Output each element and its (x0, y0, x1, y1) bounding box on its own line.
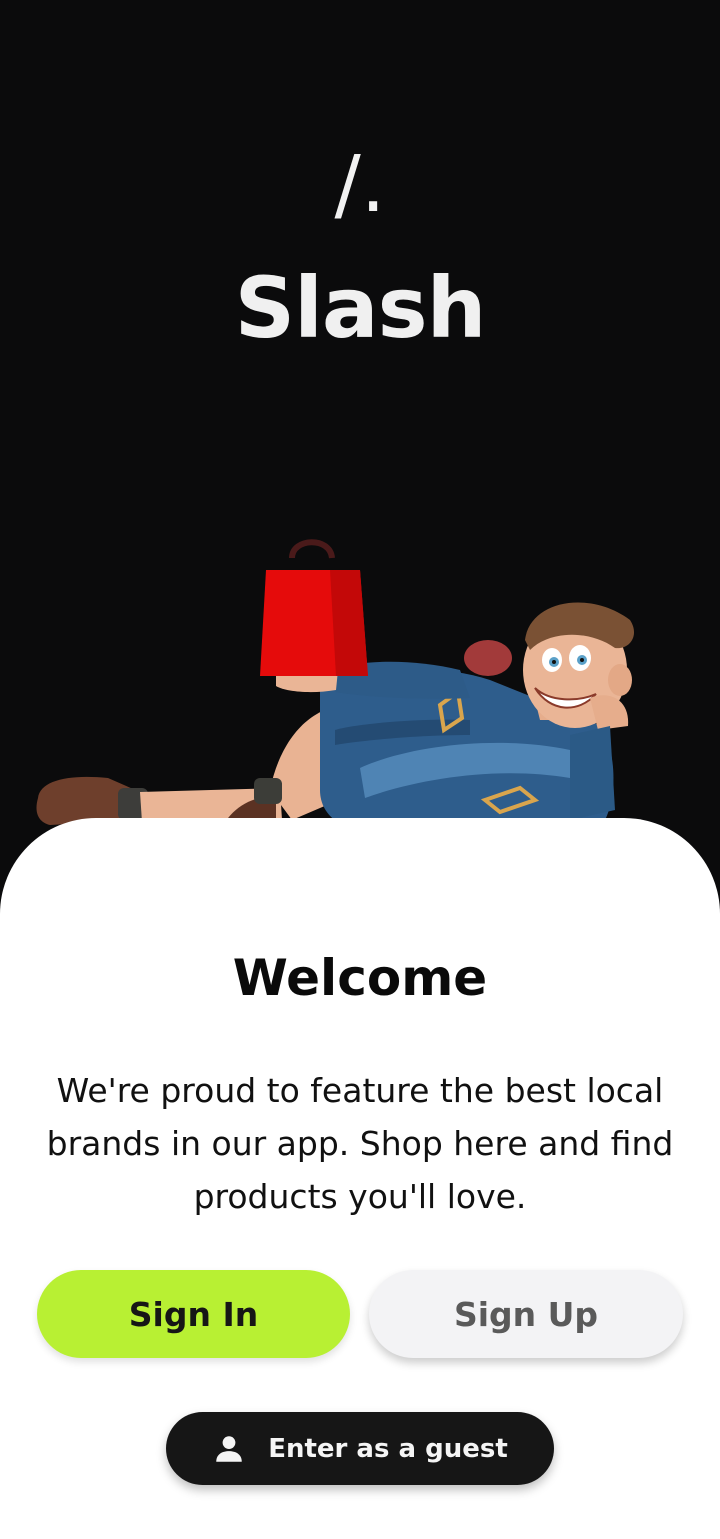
guest-label: Enter as a guest (268, 1433, 508, 1464)
sign-up-button[interactable]: Sign Up (369, 1270, 683, 1358)
logo-mark: /. (334, 140, 386, 230)
welcome-screen: /. Slash Welcome We're proud to feature … (0, 0, 720, 1539)
welcome-title: Welcome (232, 949, 488, 1007)
brand-name: Slash (234, 259, 487, 357)
person-icon (216, 1435, 242, 1462)
welcome-description: We're proud to feature the best local br… (46, 1071, 674, 1216)
enter-as-guest-button[interactable]: Enter as a guest (166, 1412, 554, 1485)
sign-in-button[interactable]: Sign In (37, 1270, 350, 1358)
